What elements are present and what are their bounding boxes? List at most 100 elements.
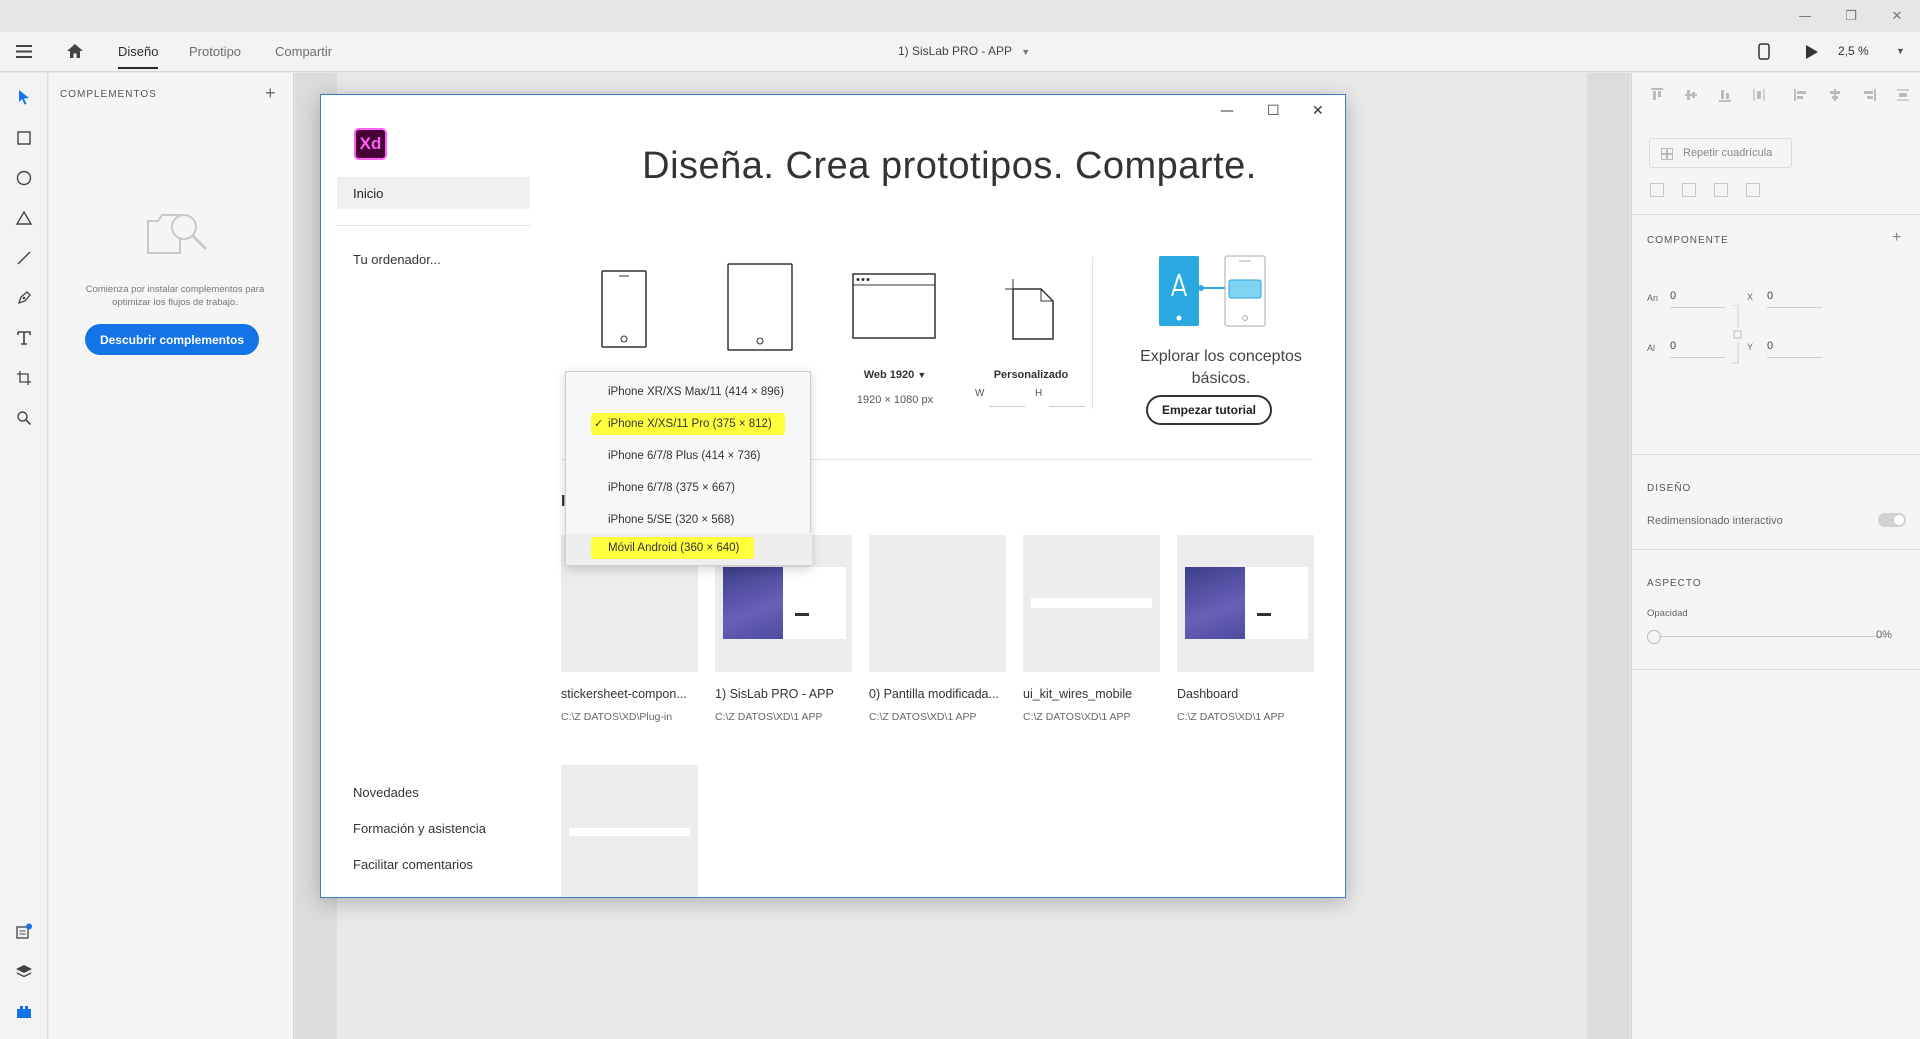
artboard-tool-icon[interactable] xyxy=(12,366,36,390)
dropdown-item-label: iPhone 5/SE (320 × 568) xyxy=(608,514,735,526)
align-right-icon[interactable] xyxy=(1862,88,1876,107)
recent-file-name[interactable]: 1) SisLab PRO - APP xyxy=(715,687,860,701)
custom-width-input[interactable] xyxy=(989,406,1025,407)
tab-diseno[interactable]: Diseño xyxy=(118,44,159,69)
recent-file-path: C:\Z DATOS\XD\1 APP xyxy=(869,711,977,723)
recent-file-name[interactable]: stickersheet-compon... xyxy=(561,687,706,701)
minimize-button[interactable]: — xyxy=(1790,4,1820,28)
align-center-icon[interactable] xyxy=(1828,88,1842,107)
plugins-icon[interactable] xyxy=(12,1000,36,1024)
add-component-icon[interactable]: + xyxy=(1892,229,1901,247)
dropdown-item[interactable]: iPhone XR/XS Max/11 (414 × 896) xyxy=(566,377,812,409)
dropdown-item[interactable]: iPhone 6/7/8 (375 × 667) xyxy=(566,473,812,505)
add-plugin-icon[interactable]: + xyxy=(265,83,276,104)
discover-plugins-button[interactable]: Descubrir complementos xyxy=(85,324,259,355)
recent-file-thumbnail[interactable] xyxy=(1177,535,1314,672)
align-section: Repetir cuadrícula xyxy=(1632,73,1920,215)
boolean-exclude-icon[interactable] xyxy=(1746,183,1760,197)
dropdown-item-label: iPhone 6/7/8 Plus (414 × 736) xyxy=(608,450,761,462)
play-icon[interactable] xyxy=(1805,44,1819,65)
web-preset-label[interactable]: Web 1920 ▼ xyxy=(851,369,939,381)
recent-file-name[interactable]: Dashboard xyxy=(1177,687,1322,701)
thumbnail-preview xyxy=(1031,598,1152,608)
height-input[interactable]: 0 xyxy=(1670,336,1725,358)
custom-preset-icon[interactable] xyxy=(1001,279,1067,346)
recent-file-name[interactable]: 0) Pantilla modificada... xyxy=(869,687,1014,701)
window-titlebar: — ❐ ✕ xyxy=(0,0,1920,32)
recent-file-name[interactable]: ui_kit_wires_mobile xyxy=(1023,687,1168,701)
repeat-grid-button[interactable]: Repetir cuadrícula xyxy=(1649,138,1792,168)
tablet-preset-icon[interactable] xyxy=(727,263,793,356)
start-tutorial-button[interactable]: Empezar tutorial xyxy=(1146,395,1272,425)
restore-button[interactable]: ❐ xyxy=(1836,4,1866,28)
dropdown-item-hover[interactable]: Móvil Android (360 × 640) xyxy=(566,533,812,565)
y-label: Y xyxy=(1747,342,1754,352)
tab-prototipo[interactable]: Prototipo xyxy=(189,44,241,59)
home-icon[interactable] xyxy=(66,43,84,64)
recent-file-thumbnail[interactable] xyxy=(869,535,1006,672)
polygon-tool-icon[interactable] xyxy=(12,206,36,230)
align-left-icon[interactable] xyxy=(1794,88,1808,107)
custom-height-input[interactable] xyxy=(1049,406,1085,407)
x-input[interactable]: 0 xyxy=(1767,286,1822,308)
phone-size-dropdown: iPhone XR/XS Max/11 (414 × 896) ✓ iPhone… xyxy=(565,371,812,566)
phone-preset-icon[interactable] xyxy=(601,270,647,353)
nav-item-tu-ordenador[interactable]: Tu ordenador... xyxy=(353,252,441,267)
document-title[interactable]: 1) SisLab PRO - APP ▼ xyxy=(898,44,1030,58)
device-preview-icon[interactable] xyxy=(1758,43,1770,65)
nav-item-inicio[interactable]: Inicio xyxy=(337,177,530,209)
y-input[interactable]: 0 xyxy=(1767,336,1822,358)
close-window-button[interactable]: ✕ xyxy=(1882,4,1912,28)
line-tool-icon[interactable] xyxy=(12,246,36,270)
opacity-value[interactable]: 0% xyxy=(1876,629,1892,641)
zoom-tool-icon[interactable] xyxy=(12,406,36,430)
nav-item-comentarios[interactable]: Facilitar comentarios xyxy=(353,857,473,872)
lock-aspect-icon[interactable] xyxy=(1730,304,1742,370)
recent-file-thumbnail[interactable] xyxy=(1023,535,1160,672)
select-tool-icon[interactable] xyxy=(12,85,36,109)
recent-file-path: C:\Z DATOS\XD\1 APP xyxy=(1177,711,1285,723)
dropdown-item[interactable]: iPhone 6/7/8 Plus (414 × 736) xyxy=(566,441,812,473)
dialog-close-button[interactable]: ✕ xyxy=(1312,103,1324,119)
layers-icon[interactable] xyxy=(12,960,36,984)
design-section: DISEÑO Redimensionado interactivo xyxy=(1632,455,1920,550)
dropdown-item-selected[interactable]: ✓ iPhone X/XS/11 Pro (375 × 812) xyxy=(566,409,812,441)
recent-file-thumbnail[interactable] xyxy=(561,765,698,897)
chevron-down-icon: ▼ xyxy=(1021,47,1031,57)
recent-file-path: C:\Z DATOS\XD\Plug-in xyxy=(561,711,673,723)
boolean-subtract-icon[interactable] xyxy=(1682,183,1696,197)
dialog-maximize-button[interactable]: ☐ xyxy=(1267,103,1280,119)
thumbnail-preview xyxy=(723,567,846,639)
opacity-slider-track[interactable] xyxy=(1654,636,1886,637)
home-dialog: — ☐ ✕ Xd Inicio Tu ordenador... Novedade… xyxy=(320,94,1346,898)
align-top-icon[interactable] xyxy=(1650,88,1664,107)
dialog-minimize-button[interactable]: — xyxy=(1220,103,1234,119)
distribute-horizontal-icon[interactable] xyxy=(1896,88,1910,107)
hamburger-menu-icon[interactable] xyxy=(16,45,32,58)
check-icon: ✓ xyxy=(594,418,604,430)
width-input[interactable]: 0 xyxy=(1670,286,1725,308)
ellipse-tool-icon[interactable] xyxy=(12,166,36,190)
rectangle-tool-icon[interactable] xyxy=(12,126,36,150)
zoom-chevron-down-icon[interactable]: ▼ xyxy=(1896,46,1905,56)
assets-icon[interactable] xyxy=(12,920,36,944)
align-middle-icon[interactable] xyxy=(1684,88,1698,107)
appearance-header: ASPECTO xyxy=(1647,578,1702,589)
text-tool-icon[interactable] xyxy=(12,326,36,350)
design-header: DISEÑO xyxy=(1647,483,1692,494)
boolean-intersect-icon[interactable] xyxy=(1714,183,1728,197)
width-label: An xyxy=(1647,293,1659,303)
nav-item-novedades[interactable]: Novedades xyxy=(353,785,419,800)
responsive-resize-toggle[interactable] xyxy=(1878,513,1906,527)
distribute-vertical-icon[interactable] xyxy=(1752,88,1766,107)
zoom-level[interactable]: 2,5 % xyxy=(1838,44,1869,58)
tab-compartir[interactable]: Compartir xyxy=(275,44,332,59)
opacity-slider-handle[interactable] xyxy=(1647,630,1661,644)
boolean-add-icon[interactable] xyxy=(1650,183,1664,197)
hero-title: Diseña. Crea prototipos. Comparte. xyxy=(642,145,1257,187)
align-bottom-icon[interactable] xyxy=(1718,88,1732,107)
pen-tool-icon[interactable] xyxy=(12,286,36,310)
nav-item-formacion[interactable]: Formación y asistencia xyxy=(353,821,486,836)
web-preset-icon[interactable] xyxy=(852,273,936,344)
component-header: COMPONENTE xyxy=(1647,235,1729,246)
